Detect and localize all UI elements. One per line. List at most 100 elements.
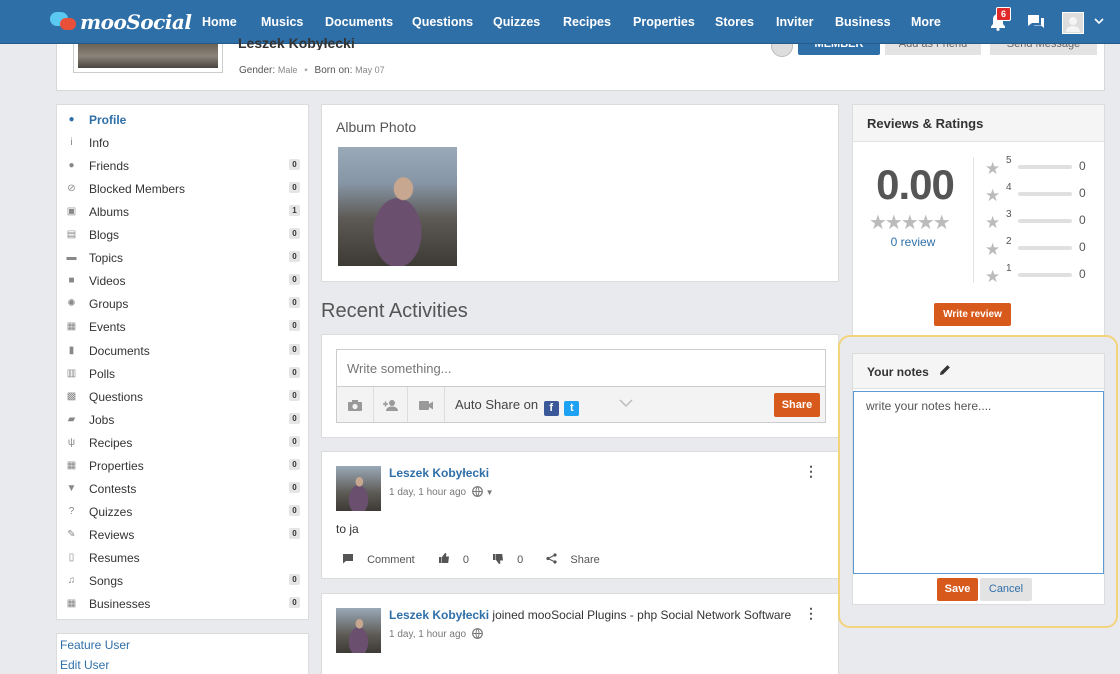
nav-more[interactable]: More [911,15,941,29]
messages-icon[interactable] [1027,14,1045,33]
sidebar-item-albums[interactable]: ▣ Albums 1 [57,202,308,225]
recent-activities-title: Recent Activities [321,300,468,322]
sidebar-item-reviews[interactable]: ✎ Reviews 0 [57,525,308,548]
sidebar-item-count: 0 [289,597,300,609]
album-photo[interactable] [338,147,457,266]
nav-inviter[interactable]: Inviter [776,15,814,29]
sidebar-item-polls[interactable]: ▥ Polls 0 [57,364,308,387]
rating-divider [973,157,974,283]
nav-musics[interactable]: Musics [261,15,303,29]
twitter-icon[interactable]: t [564,401,580,416]
sidebar-item-properties[interactable]: ▦ Properties 0 [57,456,308,479]
sidebar-item-profile[interactable]: ● Profile [57,110,308,133]
star-icon: ★ [985,213,1001,232]
sidebar-item-blocked-members[interactable]: ⊘ Blocked Members 0 [57,179,308,202]
facebook-icon[interactable]: f [543,401,559,416]
sidebar-item-label: Songs [89,574,124,588]
sidebar-item-jobs[interactable]: ▰ Jobs 0 [57,410,308,433]
sidebar-item-count: 0 [289,182,300,194]
album-photo-card: Album Photo [321,104,839,282]
camera-icon[interactable] [337,387,374,422]
sidebar-item-documents[interactable]: ▮ Documents 0 [57,341,308,364]
people-icon: ● [68,160,75,172]
reviews-title: Reviews & Ratings [867,116,984,131]
post-avatar[interactable] [336,466,381,511]
share-options-chevron-icon[interactable] [619,395,633,411]
sidebar-item-label: Blogs [89,228,120,243]
info-icon: i [70,137,73,149]
member-button[interactable]: MEMBER [798,44,880,55]
sidebar-item-contests[interactable]: ▼ Contests 0 [57,479,308,502]
sidebar-item-groups[interactable]: ✺ Groups 0 [57,294,308,317]
sidebar-item-videos[interactable]: ■ Videos 0 [57,271,308,294]
rating-stars-number: 2 [1006,236,1012,247]
sidebar-item-info[interactable]: i Info [57,133,308,156]
post-options-icon[interactable]: ⋮ [804,606,818,620]
notes-textarea[interactable] [853,391,1104,574]
post-body: to ja [336,522,359,536]
post-headline: Leszek Kobyłecki joined mooSocial Plugin… [389,608,791,622]
sidebar-item-quizzes[interactable]: ? Quizzes 0 [57,502,308,525]
notes-cancel-button[interactable]: Cancel [980,578,1032,601]
nav-documents[interactable]: Documents [325,15,393,29]
sidebar-item-friends[interactable]: ● Friends 0 [57,156,308,179]
like-button[interactable]: 0 [438,553,482,566]
tag-friend-icon[interactable] [374,387,408,422]
nav-business[interactable]: Business [835,15,891,29]
nav-quizzes[interactable]: Quizzes [493,15,540,29]
user-avatar[interactable] [1062,12,1084,34]
document-icon: ▮ [68,344,75,356]
edit-user-link[interactable]: Edit User [60,658,109,672]
review-count-link[interactable]: 0 review [869,235,957,249]
dislike-count: 0 [517,554,524,566]
moosocial-logo[interactable]: mooSocial [50,9,192,35]
sidebar-item-songs[interactable]: ♫ Songs 0 [57,571,308,594]
sidebar-item-businesses[interactable]: ▦ Businesses 0 [57,594,308,617]
rating-stars-number: 5 [1006,155,1012,166]
nav-home[interactable]: Home [202,15,237,29]
sidebar-item-count: 0 [289,574,300,585]
check-icon[interactable] [771,44,795,57]
profile-cover-photo[interactable] [73,44,223,73]
notes-header: Your notes [853,354,1104,389]
post-share-button[interactable]: Share [546,553,609,566]
pencil-icon[interactable] [939,364,951,379]
notes-title: Your notes [867,365,929,379]
sidebar-item-label: Documents [89,343,150,358]
rating-bar [1018,273,1072,277]
sidebar-item-resumes[interactable]: ▯ Resumes [57,548,308,571]
feature-user-link[interactable]: Feature User [60,638,130,652]
thumbs-up-icon [438,553,450,566]
comment-button[interactable]: Comment [342,554,428,566]
post-options-icon[interactable]: ⋮ [804,464,818,478]
sidebar-item-events[interactable]: ▦ Events 0 [57,317,308,340]
send-message-button[interactable]: Send Message [990,44,1097,55]
video-icon[interactable] [408,387,445,422]
nav-questions[interactable]: Questions [412,15,473,29]
sidebar-item-blogs[interactable]: ▤ Blogs 0 [57,225,308,248]
nav-properties[interactable]: Properties [633,15,695,29]
thumbs-down-icon [492,554,504,566]
post-avatar[interactable] [336,608,381,653]
chevron-down-icon[interactable] [1094,16,1104,28]
write-review-button[interactable]: Write review [934,303,1011,326]
activity-post: Leszek Kobyłecki joined mooSocial Plugin… [321,593,839,674]
privacy-caret-icon[interactable]: ▼ [486,488,494,497]
share-button[interactable]: Share [774,393,820,417]
add-friend-button[interactable]: Add as Friend [885,44,981,55]
sidebar-item-topics[interactable]: ▬ Topics 0 [57,248,308,271]
sidebar-item-recipes[interactable]: ψ Recipes 0 [57,433,308,456]
quiz-icon: ? [68,505,75,517]
nav-recipes[interactable]: Recipes [563,15,611,29]
globe-icon [471,486,486,498]
post-author[interactable]: Leszek Kobyłecki [389,466,489,480]
rating-row: ★ 2 0 [985,236,1097,259]
business-icon: ▦ [66,598,77,610]
notes-save-button[interactable]: Save [937,578,978,601]
post-author[interactable]: Leszek Kobyłecki [389,608,489,622]
sidebar-item-questions[interactable]: ▩ Questions 0 [57,387,308,410]
composer-input[interactable] [336,349,826,387]
dislike-button[interactable]: 0 [492,554,536,566]
average-rating: 0.00 [876,161,955,208]
nav-stores[interactable]: Stores [715,15,754,29]
